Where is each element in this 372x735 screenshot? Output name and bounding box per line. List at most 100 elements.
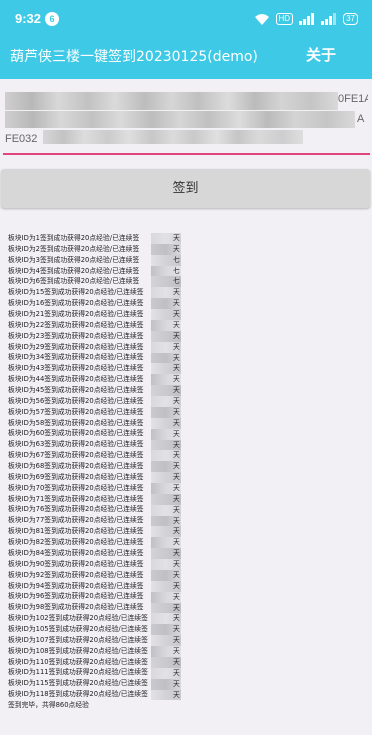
log-line-text: 板块ID为94签到成功获得20点经验/已连续签	[8, 581, 144, 590]
log-line-text: 板块ID为4签到成功获得20点经验/已连续签	[8, 266, 140, 275]
about-button[interactable]: 关于	[306, 44, 336, 65]
log-line-suffix: 天	[173, 234, 180, 242]
signin-button[interactable]: 签到	[1, 169, 370, 208]
app-title: 葫芦侠三楼一键签到20230125(demo)	[10, 49, 258, 65]
log-line-suffix: 天	[173, 353, 180, 362]
log-line-text: 板块ID为92签到成功获得20点经验/已连续签	[8, 570, 144, 579]
log-line-text: 板块ID为115签到成功获得20点经验/已连续签	[8, 679, 148, 688]
log-line-text: 板块ID为111签到成功获得20点经验/已连续签	[8, 668, 148, 677]
log-line-suffix: 天	[173, 538, 180, 547]
log-line-suffix: 天	[173, 451, 180, 460]
log-line-suffix: 天	[173, 375, 180, 384]
log-line-suffix: 七	[173, 266, 180, 275]
log-line-suffix: 天	[173, 310, 180, 319]
token-fragment: FE032	[5, 133, 38, 145]
log-line-suffix: 天	[173, 570, 180, 579]
log-line-text: 板块ID为58签到成功获得20点经验/已连续签	[8, 418, 144, 427]
status-bar: 9:32 6 HD 37	[0, 0, 372, 38]
token-input[interactable]: 0FE1A A FE032	[3, 84, 370, 155]
log-line-suffix: 天	[173, 244, 180, 253]
status-time: 9:32	[15, 11, 42, 26]
log-line-text: 板块ID为44签到成功获得20点经验/已连续签	[8, 375, 144, 384]
log-output: 天板块ID为1签到成功获得20点经验/已连续签天板块ID为2签到成功获得20点经…	[8, 233, 208, 711]
log-line-suffix: 天	[173, 614, 180, 623]
log-line-text: 板块ID为3签到成功获得20点经验/已连续签	[8, 255, 140, 264]
log-line-text: 板块ID为68签到成功获得20点经验/已连续签	[8, 462, 144, 471]
log-line-text: 板块ID为21签到成功获得20点经验/已连续签	[8, 310, 144, 319]
token-fragment: 0FE1A	[338, 93, 368, 105]
wifi-icon	[254, 13, 269, 25]
log-line-text: 板块ID为76签到成功获得20点经验/已连续签	[8, 505, 144, 514]
log-line-suffix: 天	[173, 299, 180, 308]
log-line-suffix: 天	[173, 386, 180, 395]
log-line-text: 板块ID为34签到成功获得20点经验/已连续签	[8, 353, 144, 362]
log-line-text: 板块ID为22签到成功获得20点经验/已连续签	[8, 320, 144, 329]
log-line-suffix: 天	[173, 418, 180, 427]
log-line-text: 板块ID为63签到成功获得20点经验/已连续签	[8, 440, 144, 449]
battery-icon: 37	[343, 13, 358, 25]
log-line-suffix: 天	[173, 407, 180, 416]
log-line-suffix: 天	[173, 440, 180, 449]
log-line-suffix: 天	[173, 473, 180, 482]
log-line-suffix: 天	[173, 581, 180, 590]
log-line-suffix: 天	[173, 364, 180, 373]
log-line-suffix: 天	[173, 560, 180, 569]
log-line-text: 板块ID为77签到成功获得20点经验/已连续签	[8, 516, 144, 525]
log-line-text: 板块ID为45签到成功获得20点经验/已连续签	[8, 386, 144, 395]
log-line-suffix: 天	[173, 657, 180, 666]
log-line-suffix: 天	[173, 397, 180, 406]
log-line-suffix: 天	[173, 462, 180, 471]
log-line-suffix: 天	[173, 527, 180, 536]
signal-icon	[321, 13, 337, 25]
log-line-text: 板块ID为108签到成功获得20点经验/已连续签	[8, 646, 148, 655]
log-line-text: 板块ID为57签到成功获得20点经验/已连续签	[8, 407, 144, 416]
log-line-suffix: 天	[173, 320, 180, 329]
log-line-text: 板块ID为6签到成功获得20点经验/已连续签	[8, 277, 140, 286]
log-line-suffix: 天	[173, 516, 180, 525]
log-line-text: 板块ID为84签到成功获得20点经验/已连续签	[8, 548, 144, 557]
log-line-suffix: 天	[173, 331, 180, 340]
log-line-text: 板块ID为105签到成功获得20点经验/已连续签	[8, 624, 148, 633]
log-line-suffix: 七	[173, 255, 180, 264]
log-line-suffix: 天	[173, 690, 180, 699]
log-line-text: 板块ID为29签到成功获得20点经验/已连续签	[8, 342, 144, 351]
log-line-suffix: 七	[173, 277, 180, 286]
log-line-suffix: 天	[173, 592, 180, 601]
log-line-text: 板块ID为96签到成功获得20点经验/已连续签	[8, 592, 144, 601]
log-line-text: 板块ID为90签到成功获得20点经验/已连续签	[8, 559, 144, 568]
log-line-text: 板块ID为2签到成功获得20点经验/已连续签	[8, 244, 140, 253]
log-line-text: 板块ID为81签到成功获得20点经验/已连续签	[8, 527, 144, 536]
log-line-text: 板块ID为60签到成功获得20点经验/已连续签	[8, 429, 144, 438]
log-line-text: 板块ID为15签到成功获得20点经验/已连续签	[8, 288, 144, 297]
log-line-suffix: 天	[173, 603, 180, 612]
token-input-underline	[3, 153, 370, 155]
log-line-suffix: 天	[173, 647, 180, 656]
log-line-text: 板块ID为118签到成功获得20点经验/已连续签	[8, 690, 148, 699]
token-text[interactable]: 0FE1A A FE032	[5, 88, 368, 150]
log-line-suffix: 天	[173, 636, 180, 645]
log-line-suffix: 天	[173, 342, 180, 351]
status-icons: HD 37	[254, 11, 358, 27]
app-bar: 葫芦侠三楼一键签到20230125(demo) 关于	[0, 38, 372, 79]
log-line-text: 板块ID为43签到成功获得20点经验/已连续签	[8, 364, 144, 373]
log-line-text: 板块ID为69签到成功获得20点经验/已连续签	[8, 472, 144, 481]
log-line-suffix: 天	[173, 668, 180, 677]
log-summary: 签到完毕，共得860点经验	[8, 700, 89, 709]
notification-badge: 6	[45, 12, 59, 26]
log-line-text: 板块ID为102签到成功获得20点经验/已连续签	[8, 614, 148, 623]
log-line-suffix: 天	[173, 288, 180, 297]
log-line-text: 板块ID为56签到成功获得20点经验/已连续签	[8, 396, 144, 405]
log-line-suffix: 天	[173, 505, 180, 514]
hd-icon: HD	[275, 13, 294, 25]
log-line-text: 板块ID为1签到成功获得20点经验/已连续签	[8, 234, 140, 242]
log-line-text: 板块ID为16签到成功获得20点经验/已连续签	[8, 299, 144, 308]
signal-icon	[299, 13, 315, 25]
log-line-text: 板块ID为82签到成功获得20点经验/已连续签	[8, 538, 144, 547]
log-line-text: 板块ID为70签到成功获得20点经验/已连续签	[8, 483, 144, 492]
log-line-text: 板块ID为98签到成功获得20点经验/已连续签	[8, 603, 144, 612]
token-fragment: A	[357, 113, 365, 125]
log-line-suffix: 天	[173, 549, 180, 558]
log-line-suffix: 天	[173, 679, 180, 688]
log-line-suffix: 天	[173, 625, 180, 634]
log-line-suffix: 天	[173, 494, 180, 503]
